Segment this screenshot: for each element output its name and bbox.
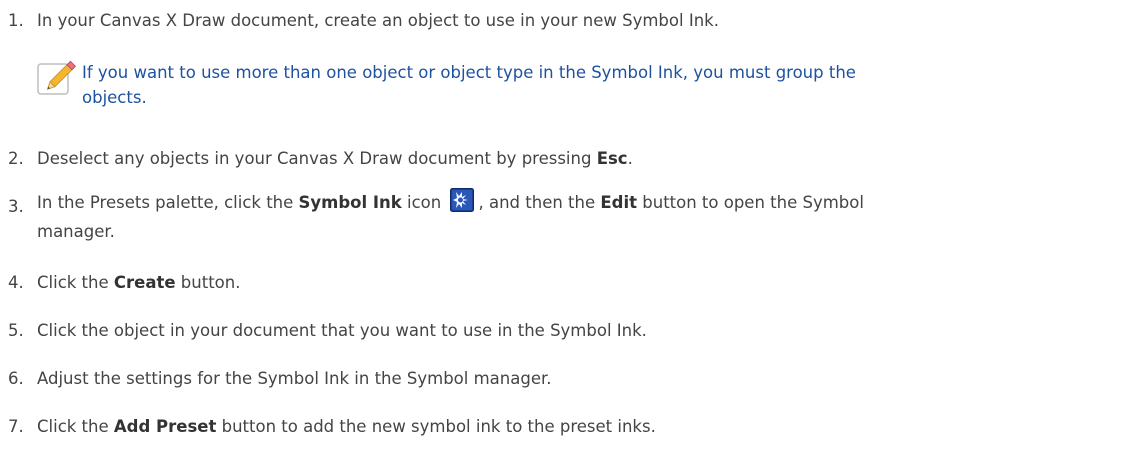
note-text-line1: If you want to use more than one object …	[82, 63, 856, 82]
step-text: In your Canvas X Draw document, create a…	[37, 11, 719, 30]
step-text-part: , and then the	[478, 193, 601, 212]
step-number: 4.	[8, 273, 24, 292]
step-text-line1: In the Presets palette, click the Symbol…	[37, 188, 1127, 215]
step-number: 6.	[8, 369, 24, 388]
step-text: Click the Add Preset button to add the n…	[37, 414, 656, 439]
step-text: Click the Create button.	[37, 270, 240, 295]
create-button-label: Create	[113, 273, 176, 292]
step-number: 2.	[8, 149, 24, 168]
keyboard-key-label: Esc	[596, 149, 628, 168]
step-number: 5.	[8, 321, 24, 340]
step-number: 1.	[8, 11, 24, 30]
note-text: If you want to use more than one object …	[82, 60, 1122, 110]
step-number: 7.	[8, 417, 24, 436]
step-text-part: Deselect any objects in your Canvas X Dr…	[37, 149, 597, 168]
step-text-part: icon	[401, 193, 447, 212]
step-text-part: button to open the Symbol	[637, 193, 864, 212]
step-text-part: button to add the new symbol ink to the …	[216, 417, 656, 436]
symbol-ink-label: Symbol Ink	[298, 193, 402, 212]
pencil-note-icon	[37, 60, 77, 95]
note-text-line2: objects.	[82, 88, 147, 107]
step-text-line2: manager.	[37, 222, 115, 241]
step-text: In the Presets palette, click the Symbol…	[37, 188, 1127, 241]
step-text-part: Click the	[37, 273, 114, 292]
edit-button-label: Edit	[600, 193, 638, 212]
step-number: 3.	[8, 197, 24, 216]
step-text: Adjust the settings for the Symbol Ink i…	[37, 369, 552, 388]
step-text: Deselect any objects in your Canvas X Dr…	[37, 146, 633, 171]
step-text: Click the object in your document that y…	[37, 321, 647, 340]
step-text-part: In the Presets palette, click the	[37, 193, 299, 212]
add-preset-button-label: Add Preset	[113, 417, 217, 436]
step-text-part: .	[627, 149, 633, 168]
step-text-part: button.	[175, 273, 241, 292]
step-text-part: Click the	[37, 417, 114, 436]
symbol-ink-icon	[450, 188, 475, 212]
